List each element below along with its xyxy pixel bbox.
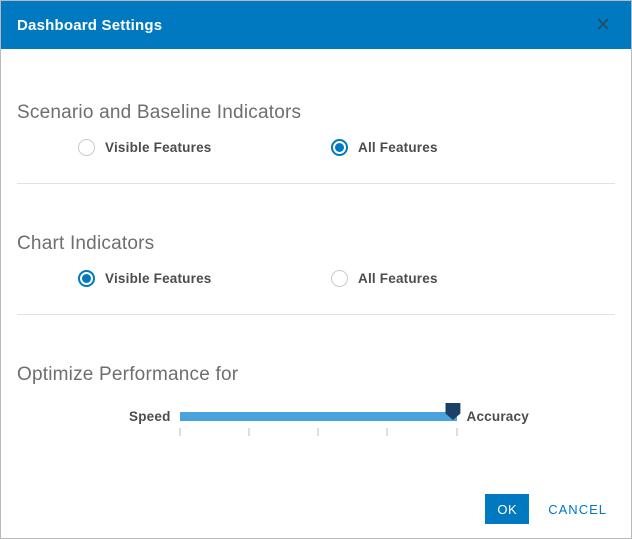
slider-tick	[318, 428, 319, 436]
cancel-button[interactable]: CANCEL	[548, 502, 607, 517]
slider-track-wrap	[180, 407, 457, 425]
slider-max-label: Accuracy	[467, 409, 529, 424]
performance-slider: Speed Accuracy	[129, 407, 615, 425]
radio-label: Visible Features	[105, 140, 212, 155]
radio-label: All Features	[358, 271, 438, 286]
radio-group-scenario-baseline: Visible Features All Features	[17, 139, 615, 156]
slider-tick	[456, 428, 457, 436]
section-heading-chart-indicators: Chart Indicators	[17, 233, 615, 255]
radio-label: Visible Features	[105, 271, 212, 286]
section-heading-optimize-performance: Optimize Performance for	[17, 364, 615, 386]
slider-tick	[179, 428, 180, 436]
radio-button-icon[interactable]	[331, 139, 348, 156]
dialog-header: Dashboard Settings ✕	[1, 1, 631, 49]
dialog-footer: OK CANCEL	[485, 494, 607, 524]
radio-button-icon[interactable]	[78, 270, 95, 287]
section-divider	[17, 314, 615, 315]
radio-option-all-features[interactable]: All Features	[270, 139, 438, 156]
radio-label: All Features	[358, 140, 438, 155]
slider-min-label: Speed	[129, 409, 171, 424]
radio-option-all-features[interactable]: All Features	[270, 270, 438, 287]
slider-tick	[248, 428, 249, 436]
radio-option-visible-features[interactable]: Visible Features	[17, 270, 270, 287]
radio-button-icon[interactable]	[78, 139, 95, 156]
close-icon[interactable]: ✕	[589, 12, 617, 39]
ok-button[interactable]: OK	[485, 494, 529, 524]
radio-button-icon[interactable]	[331, 270, 348, 287]
section-divider	[17, 183, 615, 184]
slider-ticks	[180, 428, 457, 436]
section-heading-scenario-baseline: Scenario and Baseline Indicators	[17, 49, 615, 124]
dialog-title: Dashboard Settings	[17, 17, 589, 34]
radio-group-chart-indicators: Visible Features All Features	[17, 270, 615, 287]
radio-option-visible-features[interactable]: Visible Features	[17, 139, 270, 156]
dialog-content: Scenario and Baseline Indicators Visible…	[1, 49, 631, 425]
slider-track[interactable]	[180, 412, 457, 421]
dashboard-settings-dialog: Dashboard Settings ✕ Scenario and Baseli…	[0, 0, 632, 539]
slider-tick	[387, 428, 388, 436]
